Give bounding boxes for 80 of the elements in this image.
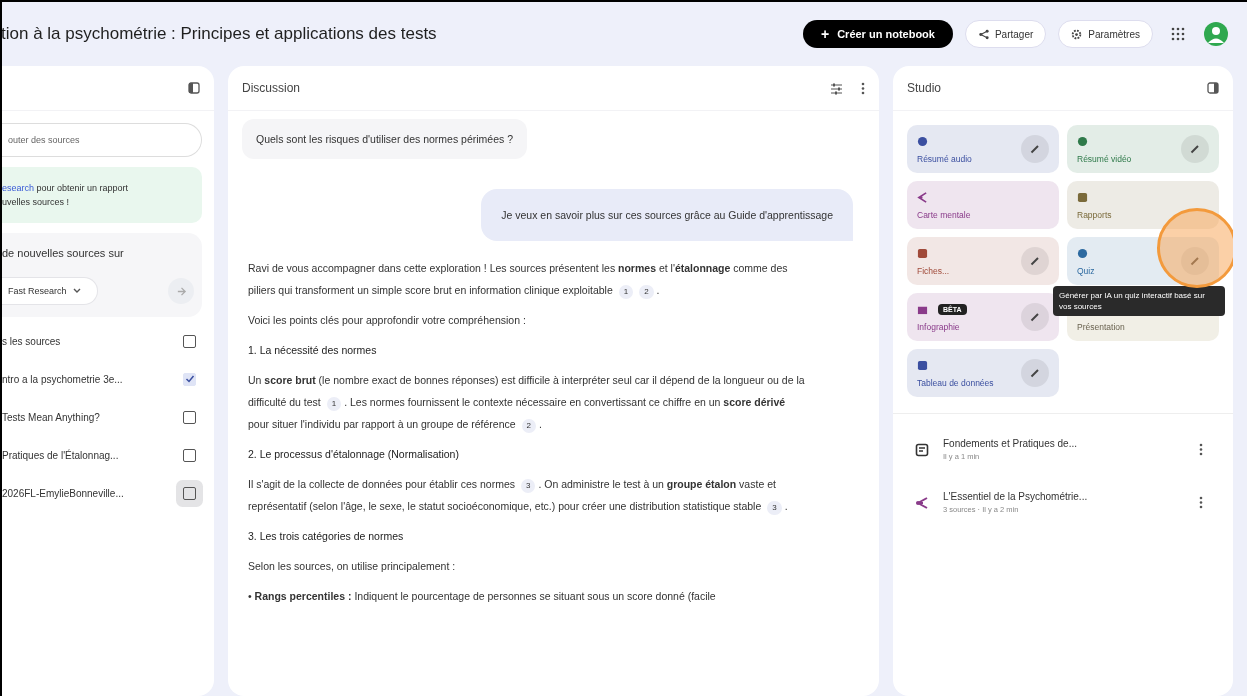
notebook-title: tion à la psychométrie : Principes et applications des tests (2, 24, 437, 44)
answer-paragraph: • Rangs percentiles : Indiquent le pourcentage de personnes se situant sous un score donné (facile (247, 589, 717, 604)
source-title[interactable]: ntro a la psychometrie 3e... (2, 373, 123, 385)
banner-text: pour obtenir un rapport (36, 183, 129, 193)
pencil-icon (1030, 312, 1040, 322)
tool-label: Quiz (1077, 265, 1095, 276)
citation-chip[interactable]: 1 (326, 397, 342, 411)
tool-label: Infographie (917, 321, 961, 332)
citation-chip[interactable]: 3 (520, 479, 536, 493)
share-button[interactable]: Partager (964, 20, 1047, 48)
tool-label: Résumé audio (917, 153, 972, 164)
answer-heading: 2. Le processus d'étalonnage (Normalisation) (247, 447, 460, 462)
source-title[interactable]: Pratiques de l'Étalonnag... (2, 449, 119, 461)
caret-icon (72, 288, 81, 294)
edit-button[interactable] (1181, 135, 1209, 163)
create-notebook-button[interactable]: + Créer un notebook (802, 20, 953, 48)
citation-chip[interactable]: 2 (639, 285, 654, 299)
pencil-icon (1190, 144, 1200, 154)
research-link[interactable]: esearch (2, 183, 35, 193)
research-prompt: de nouvelles sources sur (2, 247, 125, 259)
studio-tool-card[interactable]: Résumé audio (907, 125, 1059, 173)
note-title: L'Essentiel de la Psychométrie... (943, 491, 1089, 502)
more-options-icon[interactable] (1199, 496, 1203, 509)
pencil-icon (1190, 256, 1200, 266)
note-title: Fondements et Pratiques de... (943, 438, 1078, 449)
citation-chip[interactable]: 2 (521, 419, 536, 433)
citation-chip[interactable]: 1 (618, 285, 634, 299)
edit-button[interactable] (1021, 359, 1049, 387)
pencil-icon (1030, 368, 1040, 378)
citation-chip[interactable]: 3 (767, 501, 782, 515)
studio-tool-card[interactable]: Résumé vidéo (1067, 125, 1219, 173)
source-checkbox[interactable] (183, 410, 196, 424)
user-message: Je veux en savoir plus sur ces sources grâce au Guide d'apprentissage (481, 189, 853, 241)
pencil-icon (1030, 256, 1040, 266)
answer-paragraph: Il s'agit de la collecte de données pour établir ces normes 3 . On administre le test à un groupe étalon vaste et représentatif (selon l'âge, le sexe, le statut socioéconomique, etc.) pour créer une distribution statistique stable 3 . (242, 473, 808, 517)
edit-button[interactable] (1021, 247, 1049, 275)
source-title[interactable]: 2026FL-EmylieBonneville... (2, 487, 124, 499)
studio-tool-card[interactable]: Tableau de données (907, 349, 1059, 397)
more-options-icon[interactable] (861, 81, 865, 95)
tool-label: Carte mentale (917, 209, 971, 220)
tool-label: Résumé vidéo (1077, 153, 1132, 164)
gear-icon (1071, 28, 1083, 40)
tool-label: Présentation (1077, 321, 1125, 332)
panel-title: Studio (907, 81, 942, 95)
studio-tool-card[interactable]: Rapports (1067, 181, 1219, 229)
select-all-label: s les sources (2, 335, 61, 347)
panel-toggle-icon[interactable] (188, 82, 200, 94)
avatar-icon[interactable] (1203, 21, 1229, 47)
apps-grid-icon[interactable] (1171, 27, 1185, 41)
answer-paragraph: Voici les points clés pour approfondir votre compréhension : (247, 313, 527, 328)
suggested-question[interactable]: Quels sont les risques d'utiliser des normes périmées ? (242, 119, 528, 159)
panel-toggle-icon[interactable] (1207, 82, 1219, 94)
panel-title: Discussion (242, 81, 301, 95)
arrow-icon (175, 285, 187, 297)
add-sources-field[interactable]: outer des sources (2, 123, 202, 157)
mindmap-icon (915, 495, 929, 510)
edit-button[interactable] (1021, 303, 1049, 331)
tool-label: Rapports (1077, 209, 1112, 220)
studio-tool-card[interactable]: Fiches... (907, 237, 1059, 285)
pencil-icon (1030, 144, 1040, 154)
answer-heading: 3. Les trois catégories de normes (247, 529, 405, 544)
edit-button[interactable] (1021, 135, 1049, 163)
research-mode-dropdown[interactable]: Fast Research (2, 277, 98, 305)
answer-paragraph: Un score brut (le nombre exact de bonnes réponses) est difficile à interpréter seul car il dépend de la longueur ou de la difficulté du test 1 . Les normes fournissent le contexte nécessaire en convertissant ce chiffre en un score dérivé pour situer l'individu par rapport à un groupe de référence 2 . (242, 369, 808, 435)
tooltip: Générer par IA un quiz interactif basé sur vos sources (1053, 286, 1225, 316)
banner-text: uvelles sources ! (2, 196, 71, 209)
source-checkbox[interactable] (183, 448, 196, 462)
select-all-checkbox[interactable] (183, 334, 196, 348)
answer-paragraph: Ravi de vous accompagner dans cette exploration ! Les sources présentent les normes et l'étalonnage comme des piliers qui transforment un simple score brut en information clinique exploitable 1 2 . (242, 257, 808, 301)
source-title[interactable]: Tests Mean Anything? (2, 411, 100, 423)
tool-label: Fiches... (917, 265, 950, 276)
answer-paragraph: Selon les sources, on utilise principalement : (247, 559, 457, 574)
studio-tool-card[interactable]: Carte mentale (907, 181, 1059, 229)
answer-heading: 1. La nécessité des normes (247, 343, 378, 358)
more-options-icon[interactable] (1199, 443, 1203, 456)
settings-button[interactable]: Paramètres (1058, 20, 1153, 48)
tool-label: Tableau de données (917, 377, 994, 388)
sliders-icon[interactable] (830, 81, 843, 95)
note-icon (915, 442, 929, 457)
share-icon (977, 28, 989, 40)
